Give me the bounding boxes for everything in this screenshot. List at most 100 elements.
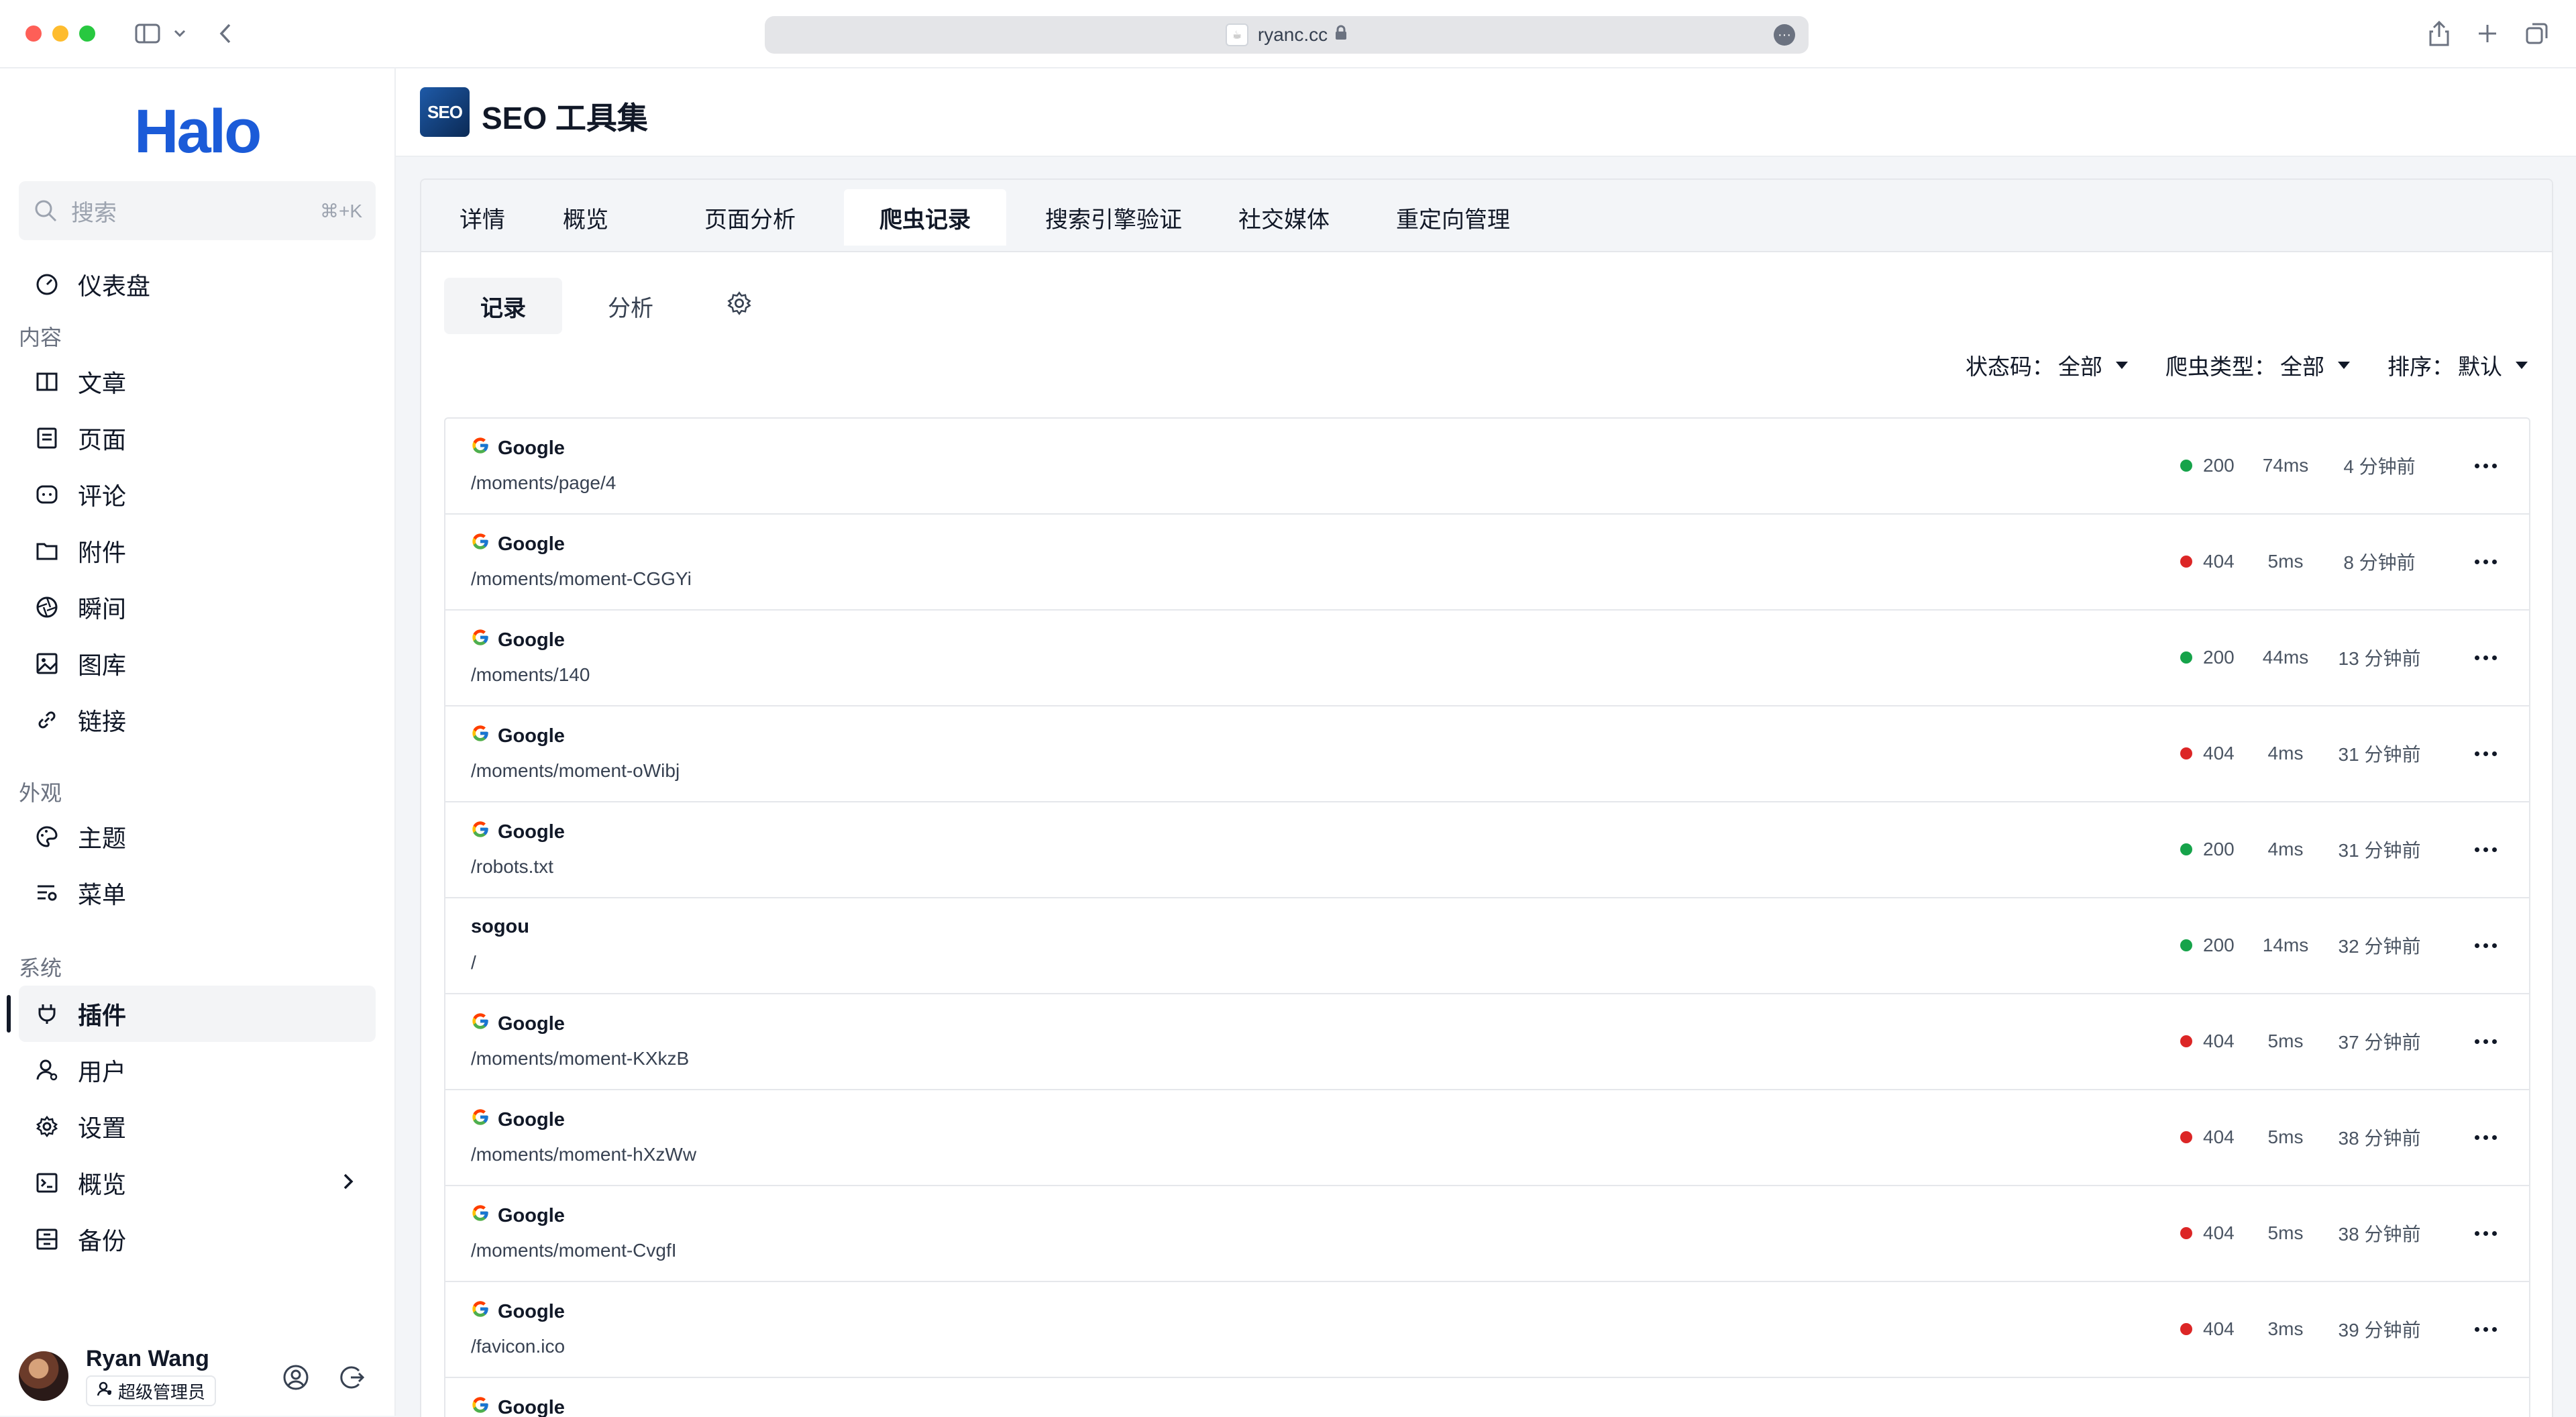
- tab-details[interactable]: 详情: [439, 189, 526, 246]
- request-path: /moments/moment-CGGYi: [471, 568, 692, 590]
- tab-social-media[interactable]: 社交媒体: [1224, 189, 1344, 246]
- more-icon[interactable]: ···: [1774, 24, 1795, 46]
- sidebar-toggle-icon[interactable]: [131, 17, 164, 50]
- sidebar-item-moments[interactable]: 瞬间: [19, 579, 376, 635]
- sidebar-item-themes[interactable]: 主题: [19, 808, 376, 865]
- address-bar[interactable]: ☕ ryanc.cc ···: [765, 16, 1809, 54]
- table-row[interactable]: Google/moments/moment-oWibj4044ms31 分钟前: [445, 706, 2529, 802]
- search-input[interactable]: 搜索 ⌘+K: [19, 181, 376, 240]
- close-window-button[interactable]: [25, 25, 42, 42]
- tab-page-analysis[interactable]: 页面分析: [690, 189, 810, 246]
- crawler-record-list: Google/moments/page/420074ms4 分钟前Google/…: [444, 417, 2530, 1417]
- status-code: 404: [2203, 1318, 2242, 1340]
- crawler-label: Google: [498, 1013, 565, 1035]
- sidebar-item-overview[interactable]: 概览: [19, 1155, 376, 1211]
- tab-crawler-records[interactable]: 爬虫记录: [844, 189, 1006, 246]
- more-actions-icon[interactable]: [2430, 1327, 2497, 1332]
- more-actions-icon[interactable]: [2430, 751, 2497, 756]
- chevron-right-icon[interactable]: [342, 1169, 356, 1200]
- seo-plugin-logo: SEO: [420, 87, 470, 137]
- more-actions-icon[interactable]: [2430, 1231, 2497, 1236]
- response-time: 3ms: [2242, 1318, 2329, 1340]
- request-path: /moments/moment-oWibj: [471, 760, 680, 782]
- palette-icon: [32, 822, 62, 851]
- sidebar-item-menus[interactable]: 菜单: [19, 865, 376, 921]
- avatar[interactable]: [19, 1351, 68, 1401]
- tab-overview-icon[interactable]: [2522, 17, 2552, 50]
- row-meta: 4044ms31 分钟前: [2180, 740, 2497, 767]
- status-code: 200: [2203, 647, 2242, 668]
- page-header: SEO SEO 工具集: [396, 68, 2576, 157]
- sidebar-item-links[interactable]: 链接: [19, 692, 376, 748]
- tab-search-engine-verification[interactable]: 搜索引擎验证: [1033, 189, 1194, 246]
- sidebar-item-backup[interactable]: 备份: [19, 1211, 376, 1267]
- crawler-name: Google: [471, 1396, 565, 1417]
- table-row[interactable]: Google/moments/14020044ms13 分钟前: [445, 611, 2529, 706]
- tab-overview[interactable]: 概览: [542, 189, 629, 246]
- subtab-records[interactable]: 记录: [444, 278, 562, 334]
- comment-icon: [32, 480, 62, 509]
- table-row[interactable]: Google/moments/moment-hXzWw4045ms38 分钟前: [445, 1090, 2529, 1186]
- table-row[interactable]: sogou/20014ms32 分钟前: [445, 898, 2529, 994]
- status-dot-icon: [2180, 651, 2192, 664]
- new-tab-icon[interactable]: [2473, 17, 2502, 50]
- sidebar-item-label: 菜单: [78, 876, 126, 910]
- response-time: 4ms: [2242, 743, 2329, 764]
- profile-icon[interactable]: [280, 1362, 311, 1393]
- sidebar-item-gallery[interactable]: 图库: [19, 635, 376, 692]
- gear-icon: [32, 1112, 62, 1141]
- crawler-type-filter[interactable]: 爬虫类型： 全部: [2165, 349, 2350, 381]
- filter-value: 默认: [2458, 349, 2502, 381]
- sort-filter[interactable]: 排序： 默认: [2387, 349, 2528, 381]
- table-row[interactable]: Google/moments/moment-CvgfI4045ms38 分钟前: [445, 1186, 2529, 1282]
- google-icon: [471, 724, 490, 748]
- logout-icon[interactable]: [337, 1362, 368, 1393]
- tab-redirect-management[interactable]: 重定向管理: [1373, 189, 1534, 246]
- sidebar-item-plugins[interactable]: 插件: [19, 986, 376, 1042]
- chevron-down-icon[interactable]: [170, 17, 189, 50]
- gear-icon: [727, 291, 752, 322]
- more-actions-icon[interactable]: [2430, 464, 2497, 468]
- response-time: 5ms: [2242, 551, 2329, 572]
- zoom-window-button[interactable]: [79, 25, 95, 42]
- status-code: 404: [2203, 743, 2242, 764]
- filter-bar: 状态码： 全部 爬虫类型： 全部 排序： 默认: [1966, 349, 2528, 381]
- sidebar-item-attachments[interactable]: 附件: [19, 523, 376, 579]
- subtab-analysis[interactable]: 分析: [572, 278, 690, 334]
- table-row[interactable]: Google/favicon.ico4043ms39 分钟前: [445, 1282, 2529, 1378]
- more-actions-icon[interactable]: [2430, 847, 2497, 852]
- share-icon[interactable]: [2424, 17, 2454, 50]
- sidebar-item-posts[interactable]: 文章: [19, 354, 376, 410]
- table-row[interactable]: Google/robots.txt2004ms31 分钟前: [445, 802, 2529, 898]
- sidebar-item-label: 概览: [78, 1165, 126, 1200]
- more-actions-icon[interactable]: [2430, 1135, 2497, 1140]
- table-row[interactable]: Google/moments/page/420074ms4 分钟前: [445, 419, 2529, 515]
- more-actions-icon[interactable]: [2430, 560, 2497, 564]
- sidebar-item-dashboard[interactable]: 仪表盘: [19, 256, 376, 313]
- table-row[interactable]: Google: [445, 1378, 2529, 1417]
- browser-toolbar: ☕ ryanc.cc ···: [0, 0, 2576, 68]
- status-code: 404: [2203, 1126, 2242, 1148]
- crawler-label: Google: [498, 533, 565, 556]
- sidebar-item-pages[interactable]: 页面: [19, 410, 376, 466]
- sidebar-item-label: 链接: [78, 702, 126, 737]
- more-actions-icon[interactable]: [2430, 655, 2497, 660]
- sidebar-item-comments[interactable]: 评论: [19, 466, 376, 523]
- minimize-window-button[interactable]: [52, 25, 68, 42]
- halo-logo[interactable]: Halo: [134, 97, 260, 167]
- sidebar-item-users[interactable]: 用户: [19, 1042, 376, 1098]
- sidebar-item-label: 插件: [78, 996, 126, 1031]
- more-actions-icon[interactable]: [2430, 1039, 2497, 1044]
- subtab-settings[interactable]: [708, 278, 770, 334]
- crawler-name: sogou: [471, 916, 529, 938]
- sidebar-item-settings[interactable]: 设置: [19, 1098, 376, 1155]
- status-code-filter[interactable]: 状态码： 全部: [1966, 349, 2128, 381]
- google-icon: [471, 1204, 490, 1228]
- time-ago: 31 分钟前: [2329, 740, 2430, 767]
- back-icon[interactable]: [213, 17, 237, 50]
- google-icon: [471, 1108, 490, 1132]
- more-actions-icon[interactable]: [2430, 943, 2497, 948]
- url-text: ryanc.cc: [1258, 24, 1328, 46]
- table-row[interactable]: Google/moments/moment-CGGYi4045ms8 分钟前: [445, 515, 2529, 611]
- table-row[interactable]: Google/moments/moment-KXkzB4045ms37 分钟前: [445, 994, 2529, 1090]
